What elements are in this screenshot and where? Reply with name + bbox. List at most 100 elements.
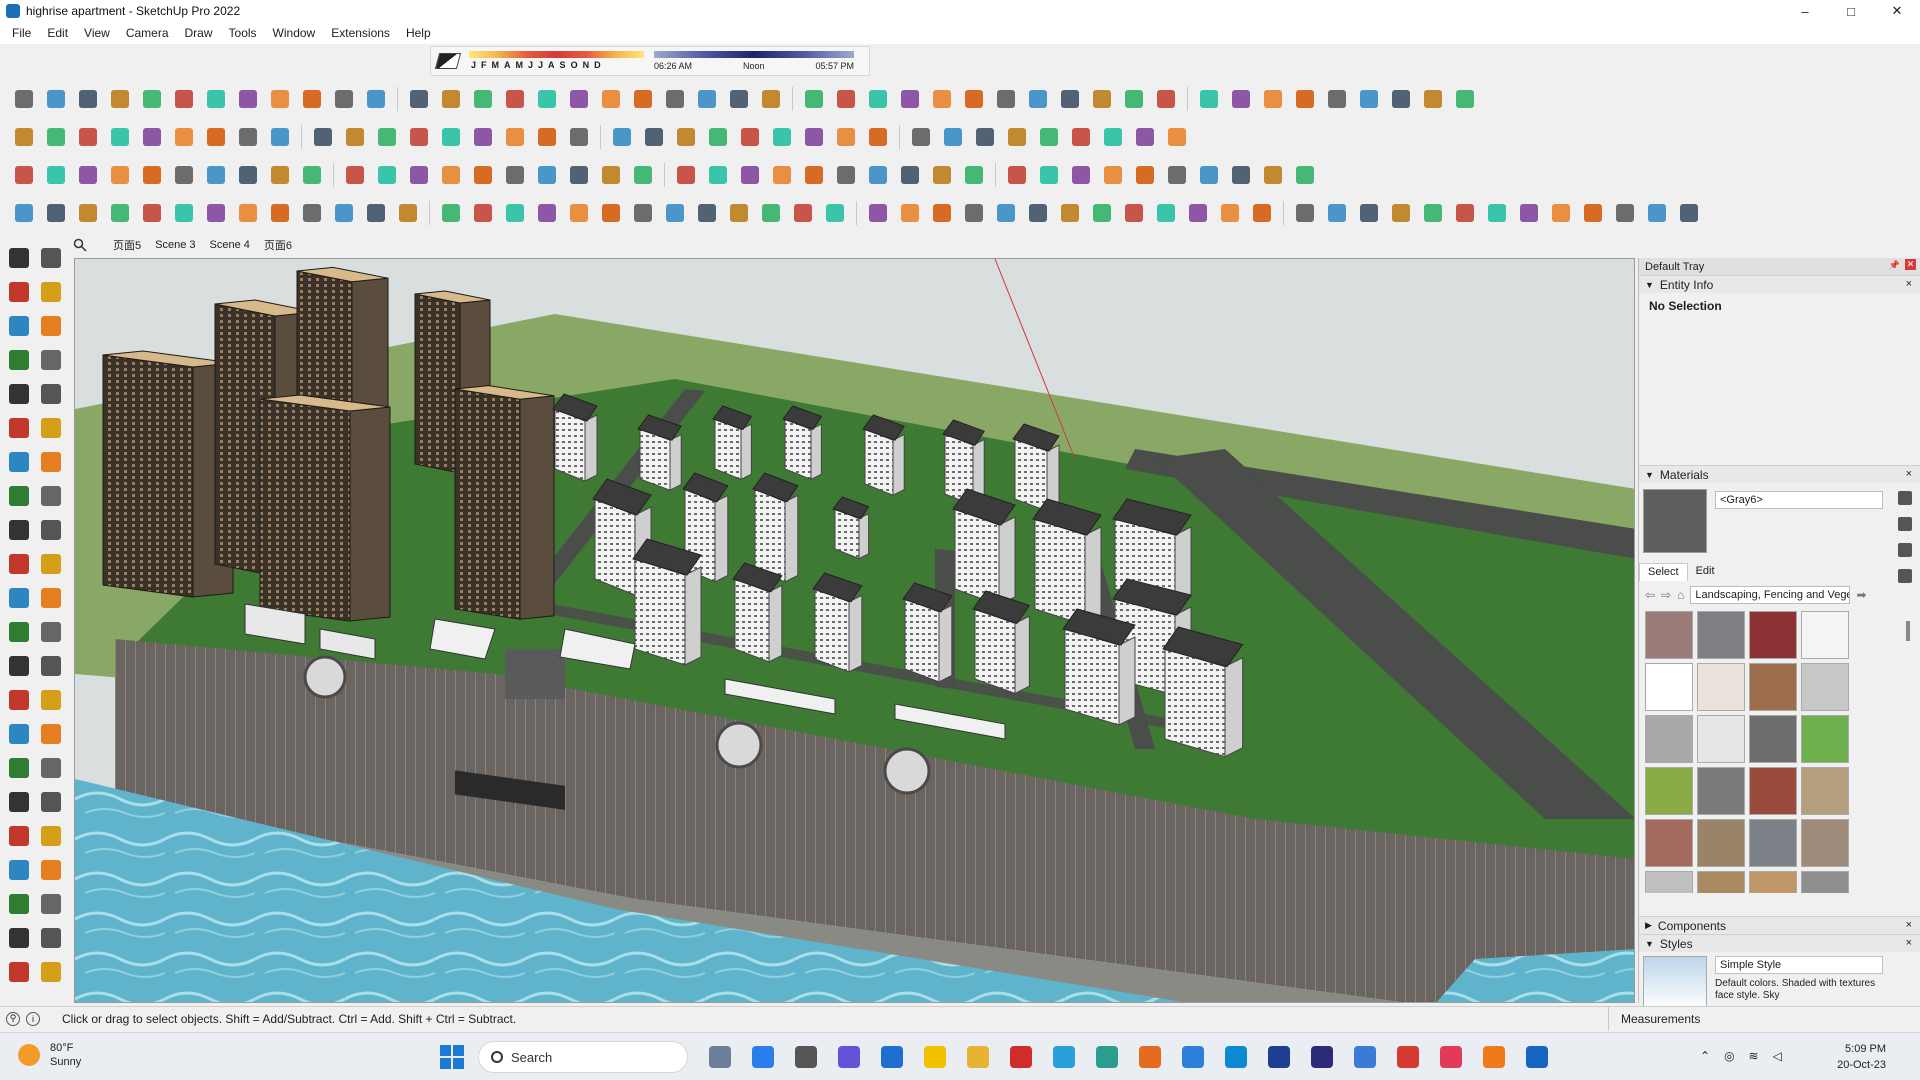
- toolbar-tool-icon[interactable]: [10, 86, 38, 112]
- weather-widget[interactable]: 80°F Sunny: [18, 1041, 81, 1069]
- toolbar-tool-icon[interactable]: [757, 200, 785, 226]
- toolbar-tool-icon[interactable]: [1323, 200, 1351, 226]
- toolbar-tool-icon[interactable]: [565, 86, 593, 112]
- apartment-block[interactable]: [784, 418, 812, 481]
- apartment-block[interactable]: [634, 558, 686, 666]
- toolbar-tool-icon[interactable]: [234, 86, 262, 112]
- material-swatch[interactable]: [1749, 819, 1797, 867]
- toolbar-tool-icon[interactable]: [1579, 200, 1607, 226]
- toolbar-tool-icon[interactable]: [138, 200, 166, 226]
- shadows-toggle-icon[interactable]: [434, 53, 462, 69]
- material-swatch[interactable]: [1645, 767, 1693, 815]
- taskbar-app-icon[interactable]: [1349, 1041, 1381, 1073]
- large-tool-icon[interactable]: [4, 720, 34, 748]
- taskbar-app-icon[interactable]: [1134, 1041, 1166, 1073]
- material-swatch[interactable]: [1801, 871, 1849, 893]
- large-tool-icon[interactable]: [36, 550, 66, 578]
- toolbar-tool-icon[interactable]: [1184, 200, 1212, 226]
- toolbar-tool-icon[interactable]: [533, 200, 561, 226]
- toolbar-tool-icon[interactable]: [1451, 200, 1479, 226]
- taskbar-app-icon[interactable]: [1263, 1041, 1295, 1073]
- taskbar-app-icon[interactable]: [1392, 1041, 1424, 1073]
- large-tool-icon[interactable]: [4, 890, 34, 918]
- toolbar-tool-icon[interactable]: [42, 162, 70, 188]
- apartment-block-side[interactable]: [740, 423, 752, 481]
- menu-camera[interactable]: Camera: [118, 26, 177, 40]
- taskbar-app-icon[interactable]: [1177, 1041, 1209, 1073]
- large-tool-icon[interactable]: [36, 244, 66, 272]
- apartment-block[interactable]: [1164, 648, 1226, 758]
- toolbar-tool-icon[interactable]: [10, 124, 38, 150]
- toolbar-tool-icon[interactable]: [1088, 86, 1116, 112]
- toolbar-tool-icon[interactable]: [1035, 124, 1063, 150]
- toolbar-tool-icon[interactable]: [1643, 200, 1671, 226]
- large-tool-icon[interactable]: [4, 652, 34, 680]
- material-swatch[interactable]: [1801, 663, 1849, 711]
- toolbar-tool-icon[interactable]: [1451, 86, 1479, 112]
- toolbar-tool-icon[interactable]: [437, 124, 465, 150]
- toolbar-tool-icon[interactable]: [1056, 200, 1084, 226]
- entity-info-header[interactable]: ▼ Entity Info ×: [1639, 275, 1920, 293]
- large-tool-icon[interactable]: [4, 312, 34, 340]
- material-swatch[interactable]: [1801, 819, 1849, 867]
- toolbar-tool-icon[interactable]: [341, 162, 369, 188]
- toolbar-tool-icon[interactable]: [469, 86, 497, 112]
- toolbar-tool-icon[interactable]: [960, 200, 988, 226]
- toolbar-tool-icon[interactable]: [896, 200, 924, 226]
- large-tool-icon[interactable]: [4, 788, 34, 816]
- toolbar-tool-icon[interactable]: [832, 162, 860, 188]
- toolbar-tool-icon[interactable]: [736, 162, 764, 188]
- taskbar-app-icon[interactable]: [833, 1041, 865, 1073]
- toolbar-tool-icon[interactable]: [1024, 86, 1052, 112]
- large-tool-icon[interactable]: [36, 856, 66, 884]
- highrise-tower[interactable]: [259, 398, 351, 622]
- toolbar-tool-icon[interactable]: [672, 124, 700, 150]
- default-material-icon[interactable]: [1898, 491, 1912, 505]
- toolbar-tool-icon[interactable]: [1035, 162, 1063, 188]
- toolbar-tool-icon[interactable]: [1067, 162, 1095, 188]
- toolbar-tool-icon[interactable]: [1152, 86, 1180, 112]
- apartment-block-side[interactable]: [938, 604, 953, 683]
- toolbar-tool-icon[interactable]: [469, 162, 497, 188]
- large-tool-icon[interactable]: [36, 448, 66, 476]
- toolbar-tool-icon[interactable]: [1227, 162, 1255, 188]
- large-tool-icon[interactable]: [4, 754, 34, 782]
- toolbar-tool-icon[interactable]: [1675, 200, 1703, 226]
- taskbar-app-icon[interactable]: [747, 1041, 779, 1073]
- toolbar-tool-icon[interactable]: [1259, 162, 1287, 188]
- toolbar-tool-icon[interactable]: [298, 162, 326, 188]
- scene-tab[interactable]: 页面6: [257, 237, 299, 253]
- large-tool-icon[interactable]: [36, 278, 66, 306]
- apartment-block-side[interactable]: [584, 414, 598, 482]
- toolbar-tool-icon[interactable]: [928, 200, 956, 226]
- highrise-tower-side[interactable]: [349, 406, 391, 622]
- toolbar-tool-icon[interactable]: [405, 162, 433, 188]
- toolbar-tool-icon[interactable]: [1216, 200, 1244, 226]
- material-swatch[interactable]: [1749, 715, 1797, 763]
- toolbar-tool-icon[interactable]: [992, 86, 1020, 112]
- toolbar-tool-icon[interactable]: [1515, 200, 1543, 226]
- material-swatch[interactable]: [1697, 715, 1745, 763]
- apartment-block[interactable]: [594, 498, 636, 596]
- toolbar-tool-icon[interactable]: [1120, 86, 1148, 112]
- toolbar-tool-icon[interactable]: [1419, 200, 1447, 226]
- toolbar-tool-icon[interactable]: [832, 124, 860, 150]
- material-swatch[interactable]: [1645, 819, 1693, 867]
- toolbar-tool-icon[interactable]: [469, 200, 497, 226]
- large-tool-icon[interactable]: [36, 924, 66, 952]
- toolbar-tool-icon[interactable]: [106, 162, 134, 188]
- tab-edit[interactable]: Edit: [1688, 563, 1723, 581]
- toolbar-tool-icon[interactable]: [608, 124, 636, 150]
- sample-paint-icon[interactable]: [1898, 569, 1912, 583]
- toolbar-tool-icon[interactable]: [1419, 86, 1447, 112]
- toolbar-tool-icon[interactable]: [170, 200, 198, 226]
- material-swatch[interactable]: [1697, 871, 1745, 893]
- material-swatch[interactable]: [1749, 663, 1797, 711]
- large-tool-icon[interactable]: [4, 414, 34, 442]
- toolbar-tool-icon[interactable]: [405, 124, 433, 150]
- components-header[interactable]: ▶ Components ×: [1639, 916, 1920, 934]
- toolbar-tool-icon[interactable]: [928, 162, 956, 188]
- toolbar-tool-icon[interactable]: [74, 200, 102, 226]
- toolbar-tool-icon[interactable]: [202, 86, 230, 112]
- toolbar-tool-icon[interactable]: [821, 200, 849, 226]
